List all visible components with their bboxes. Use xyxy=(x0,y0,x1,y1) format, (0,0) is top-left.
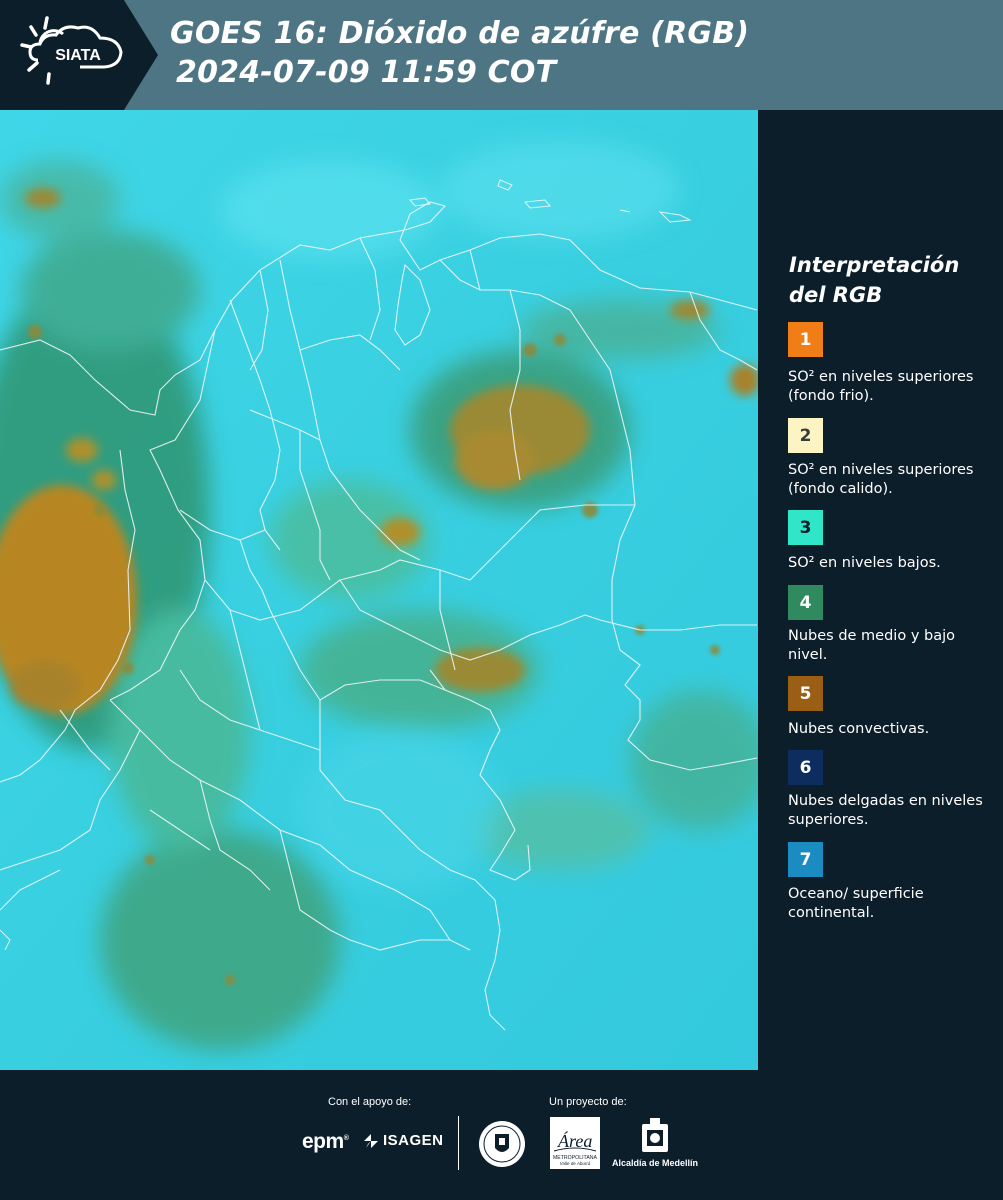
epm-logo-text: epm xyxy=(302,1130,344,1153)
isagen-logo: ISAGEN xyxy=(362,1132,444,1150)
project-label: Un proyecto de: xyxy=(549,1096,627,1108)
support-label: Con el apoyo de: xyxy=(328,1096,412,1108)
alcaldia-medellin-crest-icon xyxy=(642,1118,668,1152)
area-metropolitana-logo: Área METROPOLITANA Valle de Aburrá xyxy=(550,1117,600,1169)
siata-logo-text: SIATA xyxy=(55,47,101,64)
legend-panel: Interpretación del RGB 1 SO² en niveles … xyxy=(760,110,1003,1070)
legend-label-7: Oceano/ superficie continental. xyxy=(788,886,924,921)
header: SIATA GOES 16: Dióxido de azúfre (RGB) 2… xyxy=(0,0,1003,110)
medellin-seal-icon xyxy=(479,1121,525,1167)
legend-label-3: SO² en niveles bajos. xyxy=(788,555,941,571)
page-timestamp: 2024-07-09 11:59 COT xyxy=(176,55,557,90)
legend-label-1: SO² en niveles superiores (fondo frio). xyxy=(788,369,974,404)
legend-title-line2: del RGB xyxy=(789,283,883,307)
legend-swatch-6: 6 xyxy=(788,750,823,785)
legend-swatch-2: 2 xyxy=(788,418,823,453)
legend-title-line1: Interpretación xyxy=(789,253,960,277)
legend-swatch-7: 7 xyxy=(788,842,823,877)
isagen-logo-text: ISAGEN xyxy=(383,1132,444,1149)
legend-label-4: Nubes de medio y bajo nivel. xyxy=(788,628,955,663)
legend-swatch-5: 5 xyxy=(788,676,823,711)
epm-logo: epm® xyxy=(302,1130,349,1153)
satellite-map xyxy=(0,110,758,1070)
alcaldia-medellin-label: Alcaldía de Medellín xyxy=(612,1158,699,1168)
legend-label-2: SO² en niveles superiores (fondo calido)… xyxy=(788,462,974,497)
footer: Con el apoyo de: Un proyecto de: epm® IS… xyxy=(0,1070,1003,1200)
legend-label-6: Nubes delgadas en niveles superiores. xyxy=(788,793,983,828)
legend-swatch-4: 4 xyxy=(788,585,823,620)
legend-title: Interpretación del RGB xyxy=(789,250,989,310)
legend-swatch-3: 3 xyxy=(788,510,823,545)
siata-logo: SIATA xyxy=(0,0,158,110)
isagen-mark-icon xyxy=(364,1134,378,1149)
area-metropolitana-sublabel: Valle de Aburrá xyxy=(560,1161,591,1166)
satellite-image xyxy=(0,110,758,1070)
page-title: GOES 16: Dióxido de azúfre (RGB) xyxy=(170,16,750,51)
legend-label-5: Nubes convectivas. xyxy=(788,721,930,737)
footer-divider xyxy=(458,1116,459,1170)
legend-swatch-1: 1 xyxy=(788,322,823,357)
